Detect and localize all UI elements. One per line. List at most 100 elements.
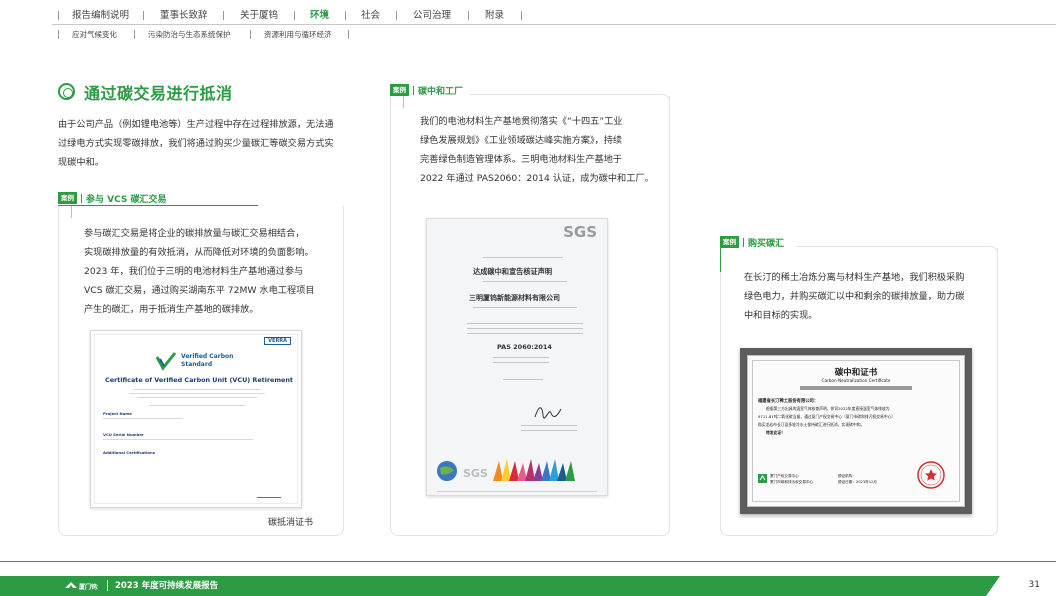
text-line [103, 418, 183, 419]
text-line [521, 425, 577, 426]
vcs-title-line1: Verified Carbon [181, 353, 234, 360]
case-tag-carbon-neutral-factory: 案例 碳中和工厂 [390, 84, 464, 97]
nav-divider [52, 24, 1056, 25]
case3-line: 绿色电力，并购买碳汇以中和剩余的碳排放量，助力碳 [744, 291, 965, 302]
footer-divider [0, 561, 1056, 562]
case2-line: 完善绿色制造管理体系。三明电池材料生产基地于 [420, 154, 623, 165]
text-line [503, 379, 543, 380]
nav-item-appendix[interactable]: 附录 [485, 8, 504, 24]
cn-body-line: 特发此证！ [766, 430, 785, 435]
section-intro: 由于公司产品（例如锂电池等）生产过程中存在过程排放源，无法通 过绿电方式实现零碳… [58, 115, 358, 172]
project-name-label: Project Name [103, 411, 132, 416]
subnav-item-climate[interactable]: 应对气候变化 [72, 28, 117, 42]
top-nav: 报告编制说明 董事长致辞 关于厦钨 环境 社会 公司治理 附录 [0, 8, 1056, 24]
cn-subtitle: Carbon Neutralization Certificate [821, 378, 891, 383]
subnav-separator [250, 30, 251, 39]
case1-line: 2023 年，我们位于三明的电池材料生产基地通过参与 [84, 266, 304, 277]
case-title: 购买碳汇 [748, 238, 785, 249]
case-box-top-corner [470, 94, 670, 114]
case-accent-line [403, 96, 404, 108]
page-number: 31 [1028, 580, 1040, 590]
svg-text:SGS: SGS [463, 467, 488, 480]
cn-body-line: 购买龙岩市长汀县多轮冷水土保持碳汇进行抵消，实现碳中和。 [758, 422, 865, 427]
company-logo-icon: 厦门钨业 [65, 582, 98, 591]
sub-nav: 应对气候变化 污染防治与生态系统保护 资源利用与循环经济 [0, 28, 1056, 42]
section-title: 通过碳交易进行抵消 [84, 84, 233, 103]
case-accent-line [720, 248, 721, 272]
cn-recipient: 福建省长汀稀土股份有限公司： [758, 399, 819, 404]
text-line [483, 257, 563, 258]
sgs-company: 三明厦钨新能源材料有限公司 [469, 294, 560, 302]
text-line [133, 389, 261, 390]
case3-line: 中和目标的实现。 [744, 310, 818, 321]
text-line [149, 405, 245, 406]
vcu-certificate-image: VERRA Verified Carbon Standard Certifica… [90, 330, 302, 508]
case1-line: 参与碳汇交易是将企业的碳排放量与碳汇交易相结合， [84, 228, 305, 239]
subnav-item-resources[interactable]: 资源利用与循环经济 [264, 28, 332, 42]
verra-footer-mark [257, 497, 281, 498]
sgs-bird-graphic: SGS [437, 459, 575, 481]
text-line [129, 393, 265, 394]
intro-line: 过绿电方式实现零碳排放，我们将通过购买少量碳汇等碳交易方式实 [58, 138, 334, 149]
case-tag-buy-carbon-sink: 案例 购买碳汇 [720, 236, 785, 249]
text-line [437, 491, 597, 492]
nav-separator [345, 11, 346, 20]
sgs-logo: SGS [563, 223, 597, 241]
additional-cert-label: Additional Certifications [103, 450, 155, 455]
case-tag-vcs: 案例 参与 VCS 碳汇交易 [58, 192, 167, 205]
sgs-title: 达成碳中和宣告核证声明 [473, 267, 553, 276]
cn-issuer: 厦门产权交易中心 [770, 474, 799, 478]
nav-item-environment[interactable]: 环境 [310, 8, 329, 24]
nav-separator [521, 11, 522, 20]
nav-item-governance[interactable]: 公司治理 [413, 8, 451, 24]
nav-item-chairman[interactable]: 董事长致辞 [160, 8, 208, 24]
vcu-title: Certificate of Verified Carbon Unit (VCU… [105, 376, 293, 384]
case-title: 参与 VCS 碳汇交易 [86, 194, 167, 205]
nav-separator [396, 11, 397, 20]
text-line [467, 333, 583, 334]
case-label: 案例 [390, 84, 409, 96]
text-line [493, 357, 549, 358]
case-box-top-corner [796, 246, 998, 266]
text-line [521, 430, 577, 431]
case2-line: 2022 年通过 PAS2060：2014 认证，成为碳中和工厂。 [420, 173, 654, 184]
case-label: 案例 [720, 236, 739, 248]
nav-separator [468, 11, 469, 20]
text-line [103, 439, 253, 440]
case2-body: 我们的电池材料生产基地贯彻落实《“十四五”工业 绿色发展规划》《工业领域碳达峰实… [420, 112, 660, 188]
footer-separator [107, 580, 108, 591]
logo-text: 厦门钨业 [79, 583, 98, 591]
cn-title: 碳中和证书 [834, 368, 878, 378]
case-label: 案例 [58, 192, 77, 204]
vcs-check-icon [155, 352, 177, 371]
case3-body: 在长汀的稀土冶炼分离与材料生产基地，我们积极采购 绿色电力，并购买碳汇以中和剩余… [744, 268, 992, 325]
text-line [493, 362, 549, 363]
certificate-paper: 碳中和证书 Carbon Neutralization Certificate … [747, 355, 965, 507]
nav-separator [143, 11, 144, 20]
text-line [483, 281, 567, 282]
case-tag-bar [81, 193, 82, 203]
nav-item-about[interactable]: 关于厦钨 [240, 8, 278, 24]
case2-line: 绿色发展规划》《工业领域碳达峰实施方案》，持续 [420, 135, 623, 146]
nav-item-social[interactable]: 社会 [361, 8, 380, 24]
carbon-neutral-certificate-image: 碳中和证书 Carbon Neutralization Certificate … [740, 348, 972, 514]
cn-body-line: 根据第三方出具的温室气体核查声明，你司2022年度直接温室气体排放为 [766, 406, 890, 411]
intro-line: 由于公司产品（例如锂电池等）生产过程中存在过程排放源，无法通 [58, 119, 334, 130]
subnav-separator [134, 30, 135, 39]
subnav-item-pollution[interactable]: 污染防治与生态系统保护 [148, 28, 231, 42]
cn-date: 颁证日期：2023年12月 [838, 480, 877, 484]
case1-line: VCS 碳汇交易，通过购买湖南东平 72MW 水电工程项目 [84, 285, 315, 296]
subnav-separator [348, 30, 349, 39]
case-title: 碳中和工厂 [418, 86, 464, 97]
exchange-logo-icon [758, 474, 767, 483]
case1-line: 产生的碳汇，用于抵消生产基地的碳排放。 [84, 304, 259, 315]
certificate-caption: 碳抵消证书 [268, 518, 314, 528]
cn-issuer-2: 厦门市碳和排污权交易中心 [770, 480, 814, 484]
case-tag-bar [413, 85, 414, 95]
text-line [467, 323, 583, 324]
nav-item-report-notes[interactable]: 报告编制说明 [72, 8, 129, 24]
verra-logo: VERRA [264, 337, 291, 345]
serial-number-label: VCU Serial Number [103, 432, 144, 437]
nav-separator [223, 11, 224, 20]
vcs-title-line2: Standard [181, 361, 213, 368]
